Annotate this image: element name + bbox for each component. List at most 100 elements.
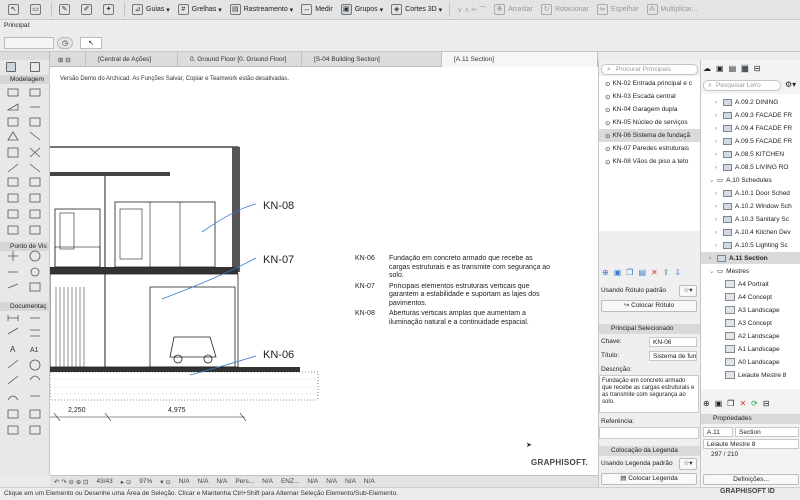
tree-item[interactable]: › A.09.4 FACADE FR [701,122,800,134]
cut-3d-button[interactable]: ◈ Cortes 3D ▾ [387,2,446,18]
keynote-item[interactable]: ⊙ KN-04 Garagem dupla [599,103,701,116]
tree-folder[interactable]: ⌄ ▭ A.10 Schedules [701,174,800,186]
keynote-item[interactable]: ⊙ KN-03 Escada central [599,90,701,103]
title-field[interactable]: Sistema de fund [649,351,697,361]
tab-a11-section[interactable]: [A.11 Section] [442,52,598,67]
magic-wand-button[interactable]: ✦ [99,2,121,18]
delete-icon[interactable]: ✕ [651,268,658,277]
pick-up-button[interactable]: ✎ [55,2,77,18]
tree-item[interactable]: A4 Concept [701,291,800,303]
keynote-label-kn07[interactable]: KN-07 [263,254,294,266]
new-layout-icon[interactable]: ⊕ [703,399,710,408]
tree-item[interactable]: › A.08.5 KITCHEN [701,148,800,160]
edit-tools-button[interactable]: ⋎ ⋏ ✂ ⌒ [453,2,490,18]
place-label-button[interactable]: ↪ Colocar Rótulo [601,300,697,312]
pointer-tool-button[interactable]: ↖ [4,2,26,18]
inject-button[interactable]: ✐ [77,2,99,18]
graphic-override-value[interactable]: N/A [364,478,375,485]
tree-item-selected[interactable]: › A.11 Section [701,252,800,264]
tree-item[interactable]: › A.09.2 DINING [701,96,800,108]
keynote-item[interactable]: ⊙ KN-08 Vãos de piso a teto [599,155,701,168]
refresh-icon[interactable]: ⟳ [751,399,758,408]
delete-icon[interactable]: ✕ [739,399,746,408]
tree-folder[interactable]: ⌄ ▭ Mestres [701,265,800,277]
perspective-value[interactable]: Pers... [235,478,254,485]
tree-item[interactable]: › A.09.5 FACADE FR [701,135,800,147]
structure-value[interactable]: N/A [326,478,337,485]
drawing-canvas[interactable]: Versão Demo do Archicad. As Funções Salv… [50,67,598,475]
layout-book-icon[interactable]: ▦ [741,64,749,73]
tab-ground-floor[interactable]: 0. Ground Floor [0. Ground Floor] [178,52,302,67]
project-map-icon[interactable]: ▣ [716,64,724,73]
tree-item[interactable]: A3 Concept [701,317,800,329]
reference-field[interactable] [599,427,699,439]
rotate-angle-icon[interactable]: ◷ [57,37,73,49]
tree-item[interactable]: A0 Landscape [701,356,800,368]
tab-building-section[interactable]: [S-04 Building Section] [302,52,442,67]
tree-item[interactable]: › A.10.5 Lighting Sc [701,239,800,251]
tree-item[interactable]: › A.10.4 Kitchen Dev [701,226,800,238]
tree-item[interactable]: › A.08.5 LIVING RO [701,161,800,173]
navigator-search-field[interactable]: ⌕ Pesquisar Livro [703,80,781,91]
tree-item[interactable]: › A.10.1 Door Sched [701,187,800,199]
layer-value[interactable]: N/A [198,478,209,485]
import-icon[interactable]: ⇪ [663,268,670,277]
measure-button[interactable]: ↔ Medir [297,2,337,18]
master-layout-select[interactable]: Leiaute Mestre 8 [703,439,799,449]
grids-button[interactable]: # Grelhas ▾ [174,2,226,18]
view-settings-icon[interactable]: ⊟ [763,399,770,408]
renovation-value[interactable]: N/A [307,478,318,485]
cursor-mode-button[interactable]: ↖ [80,37,102,49]
publisher-icon[interactable]: ⊟ [754,64,761,73]
key-field[interactable]: KN-06 [649,337,697,347]
tab-controls[interactable]: ⊞ ⊟ [50,52,86,67]
tree-item[interactable]: › A.10.3 Sanitary Sc [701,213,800,225]
favorite-legend-button[interactable]: ☆▾ [679,458,697,470]
copy-icon[interactable]: ❐ [626,268,633,277]
trace-button[interactable]: ▤ Rastreamento ▾ [226,2,297,18]
scale-value[interactable]: N/A [179,478,190,485]
keynote-legend[interactable]: KN-06 Fundação em concreto armado que re… [355,255,555,327]
graphisoft-id-footer[interactable]: GRAPHISOFT ID [720,488,775,495]
description-field[interactable]: Fundação em concreto armado que recebe a… [599,375,699,413]
definitions-button[interactable]: Definições... [703,474,799,485]
keynote-item[interactable]: ⊙ KN-02 Entrada principal e c [599,77,701,90]
tree-item[interactable]: › A.09.3 FACADE FR [701,109,800,121]
keynote-item[interactable]: ⊙ KN-07 Paredes estruturais [599,142,701,155]
legend-placement-header[interactable]: Colocação da Legenda [599,446,701,456]
paste-icon[interactable]: ▤ [638,268,646,277]
navigator-settings-icon[interactable]: ⚙▾ [785,80,796,89]
mirror-button[interactable]: ⇋ Espelhar [593,2,643,18]
export-icon[interactable]: ⇩ [674,268,681,277]
drag-button[interactable]: ✥ Arrastar [490,2,537,18]
tree-item[interactable]: › A.10.2 Window Sch [701,200,800,212]
tree-item[interactable]: A2 Landscape [701,330,800,342]
page-nav-icon[interactable]: ▸ ⊙ [121,478,132,486]
place-legend-button[interactable]: ▤ Colocar Legenda [601,473,697,485]
zoom-dropdown-icon[interactable]: ▾ ⊙ [160,478,171,486]
cloud-icon[interactable]: ☁ [703,64,711,73]
layout-name-field[interactable]: Section [735,427,799,437]
geometry-method-control[interactable] [4,37,54,49]
toolbox-tool-icons[interactable]: A A1 [0,60,50,475]
layout-id-field[interactable]: A.11 [703,427,733,437]
page-counter[interactable]: 43/43 [96,478,112,485]
rotate-button[interactable]: ↻ Rotacionar [537,2,593,18]
groups-button[interactable]: ▣ Grupos ▾ [337,2,387,18]
marquee-tool-button[interactable]: ▭ [26,2,48,18]
new-folder-icon[interactable]: ▣ [715,399,723,408]
favorite-label-button[interactable]: ☆▾ [679,285,697,297]
tab-action-center[interactable]: [Central de Ações] [86,52,178,67]
guides-button[interactable]: ⊿ Guias ▾ [128,2,174,18]
override-value[interactable]: N/A [262,478,273,485]
keynote-item[interactable]: ⊙ KN-05 Núcleo de serviços [599,116,701,129]
multiply-button[interactable]: ⁂ Multiplicar... [643,2,702,18]
add-folder-icon[interactable]: ▣ [614,268,622,277]
keynote-label-kn06[interactable]: KN-06 [263,349,294,361]
tree-item[interactable]: A1 Landscape [701,343,800,355]
keynote-item-selected[interactable]: ⊙ KN-06 Sistema de fundaçã [599,129,701,142]
undo-icon[interactable]: ↶ ↷ ⊖ ⊕ ⊡ [54,478,88,486]
view-map-icon[interactable]: ▤ [729,64,737,73]
model-view-value[interactable]: N/A [345,478,356,485]
keynote-label-kn08[interactable]: KN-08 [263,200,294,212]
